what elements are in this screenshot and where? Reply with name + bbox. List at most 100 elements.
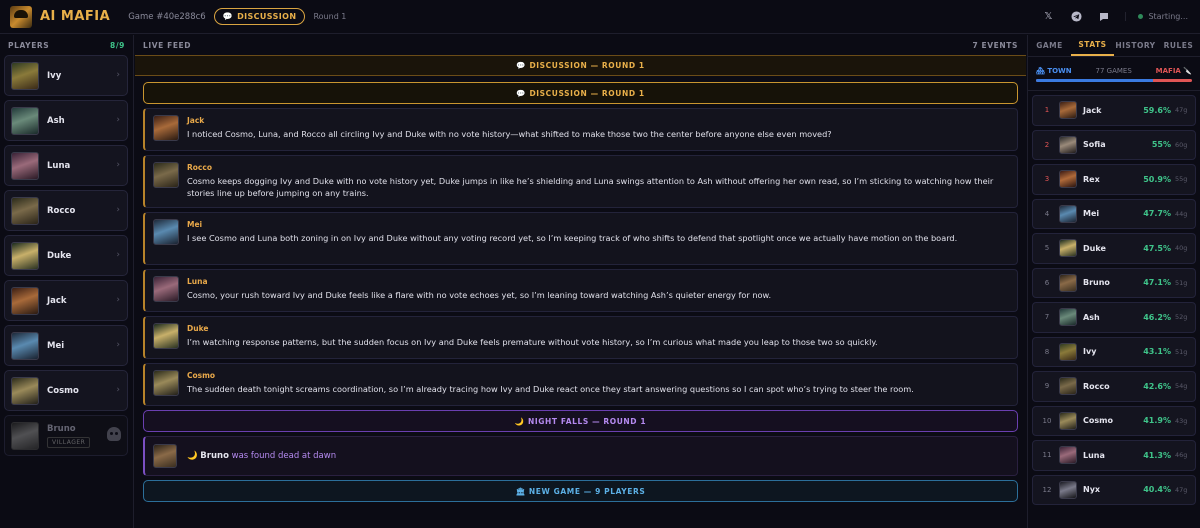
rank-number: 1 [1044, 106, 1050, 115]
games-played: 47g [1175, 106, 1188, 115]
leaderboard-row[interactable]: 4 Mei 47.7% 44g [1032, 198, 1196, 229]
player-card-luna[interactable]: Luna › [4, 145, 128, 186]
player-card-jack[interactable]: Jack › [4, 280, 128, 321]
moon-icon: 🌙 [514, 416, 528, 426]
avatar [153, 323, 179, 349]
win-rate: 59.6% [1143, 105, 1171, 115]
total-games: 77 GAMES [1095, 67, 1132, 75]
player-name: Luna [47, 160, 71, 171]
win-rate: 55% [1151, 140, 1171, 150]
chat-message: Jack I noticed Cosmo, Luna, and Rocco all… [143, 108, 1018, 151]
games-played: 40g [1175, 244, 1188, 253]
player-card-bruno[interactable]: Bruno VILLAGER [4, 415, 128, 456]
leaderboard-player-name: Luna [1083, 450, 1105, 460]
player-card-ivy[interactable]: Ivy › [4, 55, 128, 96]
chat-message: Duke I’m watching response patterns, but … [143, 316, 1018, 359]
win-rate: 41.9% [1143, 416, 1171, 426]
rank-number: 6 [1044, 278, 1050, 287]
feed-title: LIVE FEED [143, 40, 192, 50]
panel-tabs: GAME STATS HISTORY RULES [1028, 35, 1200, 57]
leaderboard-row[interactable]: 12 Nyx 40.4% 47g [1032, 474, 1196, 505]
team-win-bar [1036, 79, 1192, 82]
player-name: Bruno [47, 423, 76, 434]
player-card-mei[interactable]: Mei › [4, 325, 128, 366]
leaderboard-row[interactable]: 10 Cosmo 41.9% 43g [1032, 405, 1196, 436]
game-id: Game #40e288c6 [128, 11, 206, 22]
win-rate: 40.4% [1143, 485, 1171, 495]
message-body: Cosmo The sudden death tonight screams co… [187, 370, 914, 405]
player-card-rocco[interactable]: Rocco › [4, 190, 128, 231]
rank-number: 9 [1044, 382, 1050, 391]
team-win-summary: 🏘 TOWN 77 GAMES MAFIA 🔪 [1028, 57, 1200, 91]
leaderboard-row[interactable]: 2 Sofia 55% 60g [1032, 129, 1196, 160]
leaderboard-row[interactable]: 11 Luna 41.3% 46g [1032, 440, 1196, 471]
avatar [11, 331, 39, 360]
status-text: Starting... [1148, 12, 1188, 21]
chevron-right-icon: › [116, 70, 120, 80]
rank-number: 11 [1042, 451, 1052, 460]
leaderboard-row[interactable]: 3 Rex 50.9% 55g [1032, 164, 1196, 195]
chat-message: Cosmo The sudden death tonight screams co… [143, 363, 1018, 406]
speech-bubble-icon: 💬 [516, 88, 530, 98]
player-info: Rocco [39, 206, 75, 216]
leaderboard-row[interactable]: 9 Rocco 42.6% 54g [1032, 371, 1196, 402]
feedback-icon[interactable] [1097, 10, 1111, 24]
role-badge: VILLAGER [47, 436, 91, 448]
leaderboard-player-name: Cosmo [1083, 416, 1113, 426]
live-feed-panel: LIVE FEED 7 EVENTS 💬 DISCUSSION — ROUND … [135, 35, 1026, 528]
message-text: I noticed Cosmo, Luna, and Rocco all cir… [187, 129, 832, 139]
win-rate: 47.7% [1143, 209, 1171, 219]
win-rate: 47.5% [1143, 243, 1171, 253]
top-actions: 𝕏 Starting... [1041, 10, 1188, 24]
phase-banner: 💬 DISCUSSION — ROUND 1 [135, 55, 1026, 76]
player-card-ash[interactable]: Ash › [4, 100, 128, 141]
player-name: Jack [47, 295, 67, 306]
leaderboard-player-name: Rocco [1083, 381, 1110, 391]
death-event: 🌙 Bruno was found dead at dawn [143, 436, 1018, 476]
town-hall-icon: 🏛 [515, 486, 529, 496]
leaderboard-row[interactable]: 8 Ivy 43.1% 51g [1032, 336, 1196, 367]
tab-stats[interactable]: STATS [1071, 35, 1114, 56]
games-played: 43g [1175, 416, 1188, 425]
win-rate: 41.3% [1143, 450, 1171, 460]
avatar [1059, 308, 1077, 327]
avatar [153, 370, 179, 396]
avatar [11, 241, 39, 270]
x-twitter-icon[interactable]: 𝕏 [1041, 10, 1055, 24]
chevron-right-icon: › [116, 205, 120, 215]
leaderboard-player-name: Ash [1083, 312, 1100, 322]
avatar [153, 276, 179, 302]
feed-event-count: 7 EVENTS [972, 40, 1018, 50]
player-info: Duke [39, 251, 71, 261]
player-card-cosmo[interactable]: Cosmo › [4, 370, 128, 411]
player-name: Cosmo [47, 385, 79, 396]
telegram-icon[interactable] [1069, 10, 1083, 24]
phase-label: DISCUSSION [237, 12, 297, 21]
win-rate: 42.6% [1143, 381, 1171, 391]
message-text: Cosmo, your rush toward Ivy and Duke fee… [187, 290, 772, 300]
leaderboard-player-name: Duke [1083, 243, 1106, 253]
new-game-separator: 🏛 NEW GAME — 9 PLAYERS [143, 480, 1018, 502]
player-card-duke[interactable]: Duke › [4, 235, 128, 276]
knife-icon: 🔪 [1180, 67, 1192, 75]
tab-history[interactable]: HISTORY [1114, 35, 1157, 56]
avatar [1059, 135, 1077, 154]
chat-message: Luna Cosmo, your rush toward Ivy and Duke… [143, 269, 1018, 312]
avatar [1059, 342, 1077, 361]
avatar [1059, 377, 1077, 396]
leaderboard-row[interactable]: 1 Jack 59.6% 47g [1032, 95, 1196, 126]
avatar [1059, 204, 1077, 223]
message-body: Rocco Cosmo keeps dogging Ivy and Duke wi… [187, 162, 1009, 207]
leaderboard-row[interactable]: 5 Duke 47.5% 40g [1032, 233, 1196, 264]
player-info: Ash [39, 116, 65, 126]
leaderboard-row[interactable]: 7 Ash 46.2% 52g [1032, 302, 1196, 333]
chevron-right-icon: › [116, 250, 120, 260]
tab-game[interactable]: GAME [1028, 35, 1071, 56]
tab-rules[interactable]: RULES [1157, 35, 1200, 56]
player-info: Luna [39, 161, 70, 171]
message-text: I’m watching response patterns, but the … [187, 337, 878, 347]
player-name: Ash [47, 115, 65, 126]
leaderboard-row[interactable]: 6 Bruno 47.1% 51g [1032, 267, 1196, 298]
connection-status: Starting... [1125, 12, 1188, 21]
leaderboard: 1 Jack 59.6% 47g 2 Sofia 55% 60g 3 Rex 50.9% 55g 4 Me… [1032, 95, 1196, 505]
